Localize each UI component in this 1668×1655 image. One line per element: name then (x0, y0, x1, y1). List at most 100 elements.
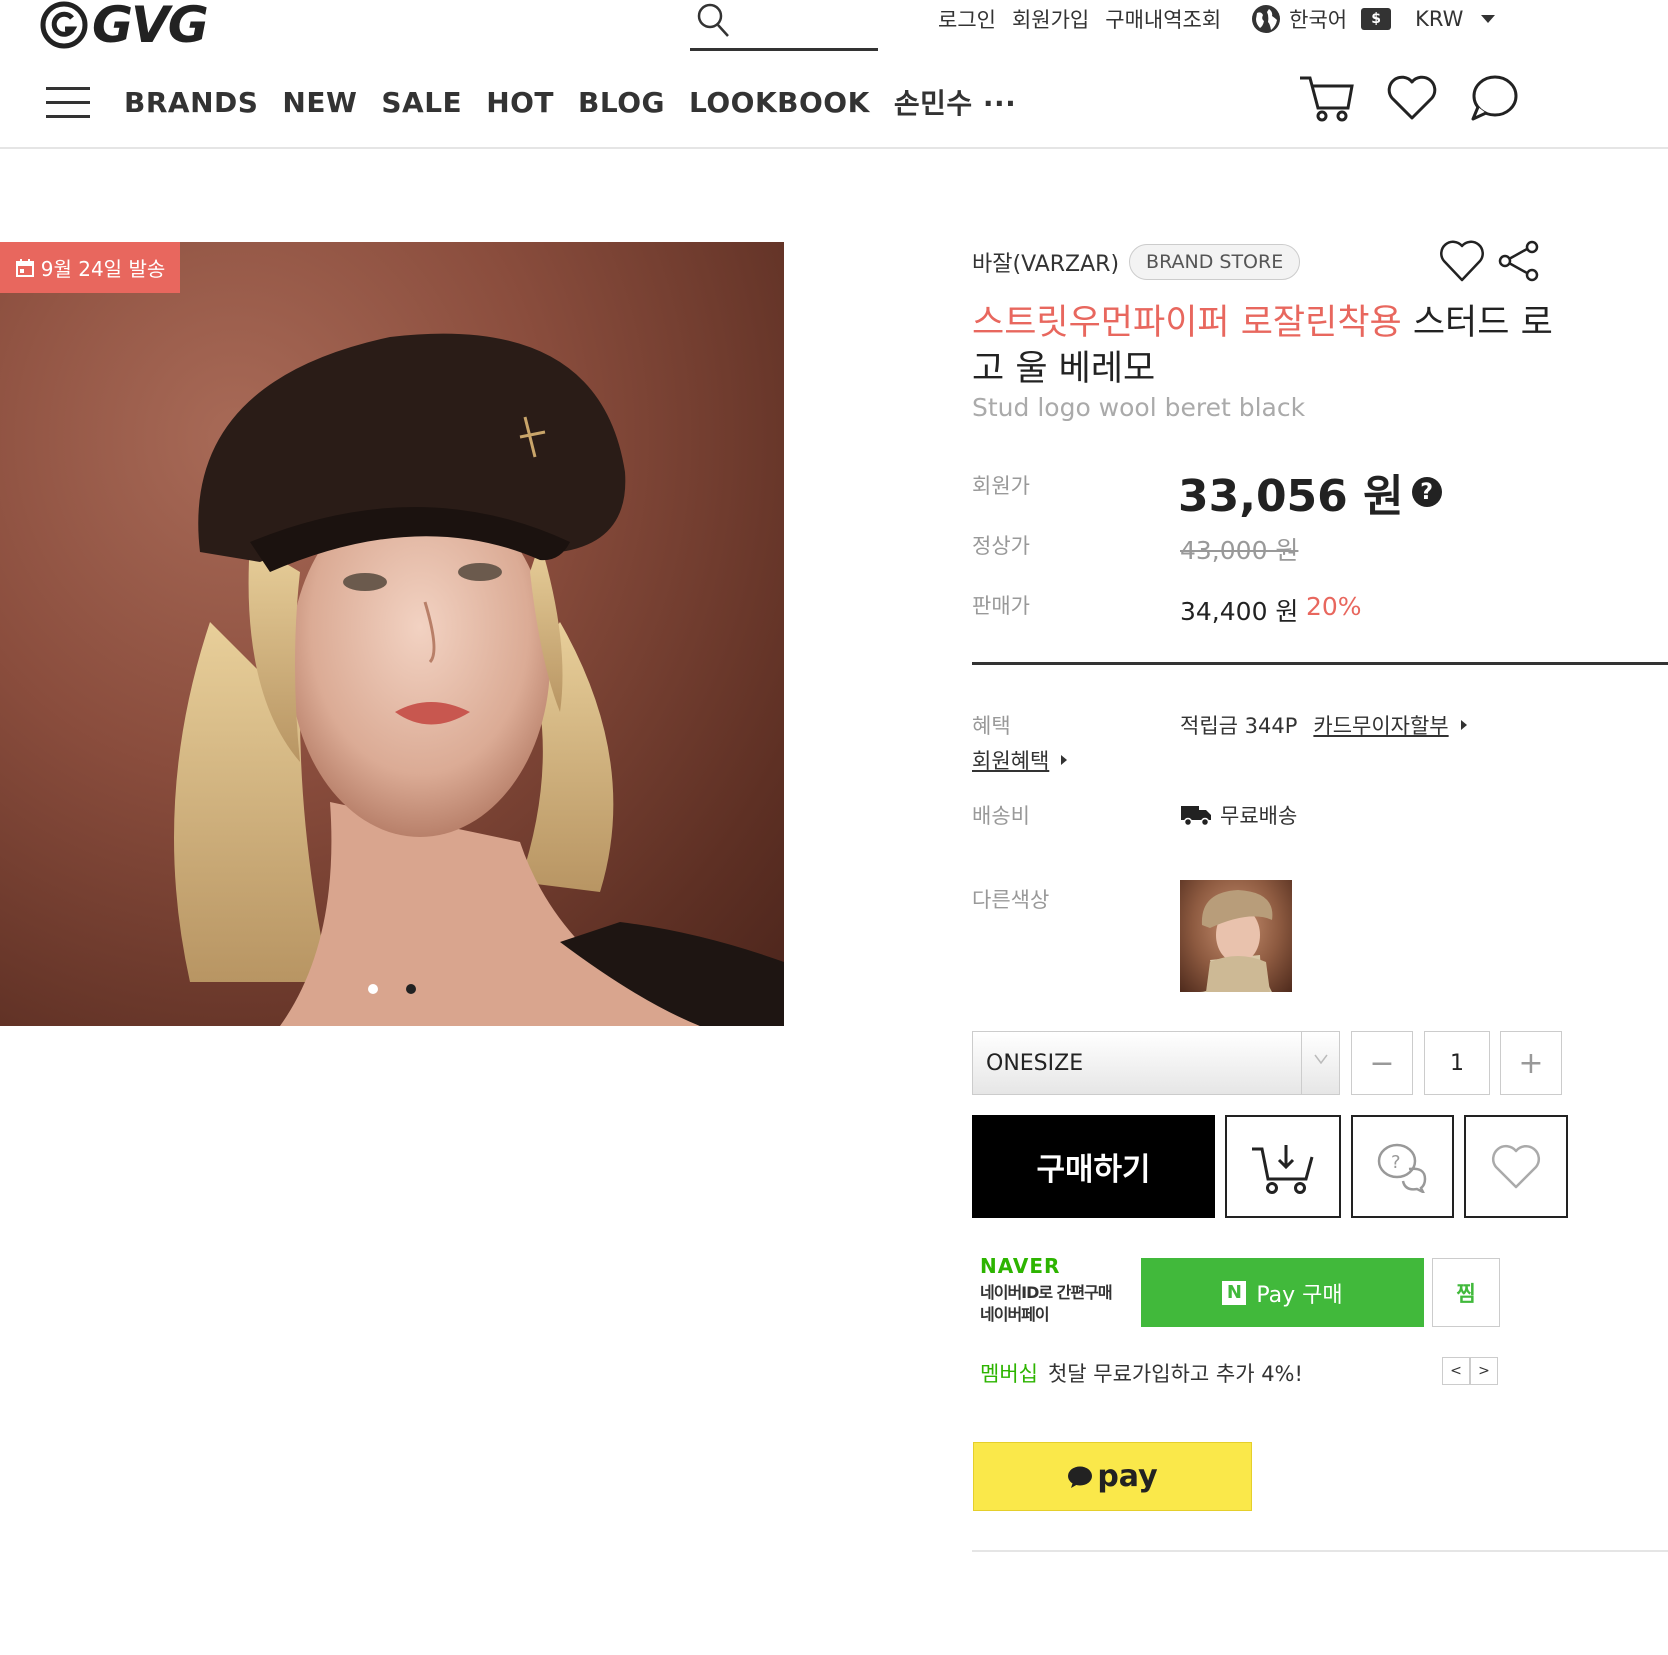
membership-label: 멤버십 (980, 1362, 1038, 1386)
naver-logo: NAVER (980, 1254, 1061, 1278)
shipping-fee-value: 무료배송 (1180, 800, 1297, 830)
bottom-divider (972, 1550, 1668, 1552)
brand-name[interactable]: 바잘(VARZAR) (972, 246, 1119, 278)
image-pagination (368, 984, 444, 994)
wishlist-button[interactable] (1464, 1115, 1568, 1218)
cart-add-icon (1252, 1144, 1314, 1194)
other-colors-label: 다른색상 (972, 888, 1050, 912)
order-lookup-link[interactable]: 구매내역조회 (1105, 4, 1221, 34)
member-price-label: 회원가 (972, 474, 1030, 498)
naver-desc-line2: 네이버페이 (980, 1305, 1050, 1324)
member-benefit-link[interactable]: 회원혜택 (972, 745, 1068, 775)
benefit-values: 적립금 344P 카드무이자할부 (1180, 710, 1467, 740)
product-title: 스트릿우먼파이퍼 로잘린착용 스터드 로고 울 베레모 (972, 300, 1572, 392)
naver-description: 네이버ID로 간편구매 네이버페이 (980, 1282, 1113, 1326)
kakao-pay-button[interactable]: pay (973, 1442, 1252, 1511)
help-icon[interactable]: ? (1411, 477, 1442, 507)
naver-pay-label: Pay 구매 (1256, 1282, 1343, 1308)
quantity-input[interactable]: 1 (1424, 1031, 1490, 1095)
heart-icon[interactable] (1438, 238, 1486, 284)
sale-price-label: 판매가 (972, 594, 1030, 618)
list-price-label: 정상가 (972, 534, 1030, 558)
search-input[interactable] (690, 0, 878, 51)
site-logo[interactable]: GVG (40, 0, 209, 54)
nav-sonminsu[interactable]: 손민수 ··· (894, 82, 1016, 122)
nav-brands[interactable]: BRANDS (124, 86, 258, 119)
list-price: 43,000 원 (1180, 536, 1299, 565)
wishlist-heart-icon[interactable] (1386, 74, 1438, 126)
naver-zzim-button[interactable]: 찜 (1432, 1258, 1500, 1327)
cart-icon[interactable] (1296, 72, 1356, 128)
svg-text:?: ? (1391, 1152, 1401, 1173)
size-selected-value: ONESIZE (986, 1050, 1084, 1076)
quantity-decrease-button[interactable]: − (1351, 1031, 1413, 1095)
calendar-icon (15, 258, 34, 277)
price-divider (972, 662, 1668, 665)
nav-lookbook[interactable]: LOOKBOOK (689, 86, 870, 119)
top-utility-nav: 로그인 회원가입 구매내역조회 한국어 $ KRW (938, 4, 1511, 34)
speech-bubble-icon (1068, 1466, 1093, 1488)
language-selector[interactable]: 한국어 (1251, 4, 1361, 34)
benefit-label: 혜택 (972, 714, 1011, 738)
currency-label: KRW (1415, 7, 1464, 31)
nav-blog[interactable]: BLOG (578, 86, 665, 119)
shipping-fee-label: 배송비 (972, 804, 1030, 828)
size-select[interactable]: ONESIZE (972, 1031, 1340, 1095)
discount-rate: 20% (1306, 592, 1362, 621)
shipping-free-text: 무료배송 (1220, 804, 1298, 828)
select-arrow (1301, 1032, 1339, 1094)
logo-text: GVG (92, 0, 209, 54)
main-nav: BRANDS NEW SALE HOT BLOG LOOKBOOK 손민수 ··… (46, 78, 1040, 126)
promo-pager: < > (1442, 1357, 1498, 1385)
product-subtitle: Stud logo wool beret black (972, 393, 1306, 422)
promo-next-button[interactable]: > (1470, 1357, 1498, 1385)
globe-icon (1252, 5, 1281, 33)
chat-bubble-icon[interactable] (1468, 73, 1520, 127)
nav-new[interactable]: NEW (282, 86, 357, 119)
product-photo-art (174, 333, 784, 1026)
member-benefit-text: 회원혜택 (972, 749, 1050, 773)
slide-dot-2[interactable] (406, 984, 416, 994)
currency-selector[interactable]: $ KRW (1361, 7, 1511, 31)
brand-row: 바잘(VARZAR) BRAND STORE (972, 244, 1301, 280)
membership-text: 첫달 무료가입하고 추가 4%! (1047, 1362, 1303, 1386)
member-price: 33,056 원 ? (1178, 460, 1442, 524)
share-icon[interactable] (1496, 238, 1542, 284)
naver-desc-line1: 네이버ID로 간편구매 (980, 1283, 1113, 1302)
language-label: 한국어 (1289, 8, 1348, 32)
kakao-pay-label: pay (1097, 1459, 1158, 1494)
nav-hot[interactable]: HOT (486, 86, 554, 119)
promo-prev-button[interactable]: < (1442, 1357, 1470, 1385)
nav-sale[interactable]: SALE (381, 86, 462, 119)
naver-n-icon: N (1222, 1280, 1247, 1305)
login-link[interactable]: 로그인 (938, 4, 996, 34)
add-to-cart-button[interactable] (1225, 1115, 1341, 1218)
truck-icon (1181, 806, 1211, 827)
signup-link[interactable]: 회원가입 (1012, 4, 1089, 34)
heart-icon (1491, 1144, 1541, 1188)
naver-pay-button[interactable]: N Pay 구매 (1141, 1258, 1424, 1327)
card-installment-link[interactable]: 카드무이자할부 (1313, 710, 1448, 740)
naver-membership-promo[interactable]: 멤버십 첫달 무료가입하고 추가 4%! (980, 1358, 1303, 1388)
shipping-date-badge: 9월 24일 발송 (0, 242, 180, 293)
title-highlight: 스트릿우먼파이퍼 로잘린착용 (972, 303, 1402, 343)
shipping-date-text: 9월 24일 발송 (40, 257, 166, 281)
header-icons (1296, 72, 1550, 128)
slide-dot-1[interactable] (368, 984, 378, 994)
chevron-down-icon (1481, 15, 1496, 23)
logo-circle-icon (40, 1, 88, 49)
search-icon (697, 3, 729, 37)
color-swatch-beige[interactable] (1180, 880, 1292, 992)
product-image[interactable] (0, 242, 784, 1026)
quantity-increase-button[interactable]: + (1500, 1031, 1562, 1095)
product-actions (1438, 238, 1542, 284)
member-price-value: 33,056 원 (1178, 471, 1404, 522)
points-text: 적립금 344P (1180, 714, 1298, 738)
question-chat-icon: ? (1377, 1143, 1426, 1193)
brand-store-button[interactable]: BRAND STORE (1129, 244, 1301, 280)
header-divider (0, 147, 1668, 149)
menu-icon[interactable] (46, 85, 90, 119)
swatch-photo-art (1200, 890, 1273, 992)
buy-now-button[interactable]: 구매하기 (972, 1115, 1215, 1218)
product-inquiry-button[interactable]: ? (1351, 1115, 1454, 1218)
